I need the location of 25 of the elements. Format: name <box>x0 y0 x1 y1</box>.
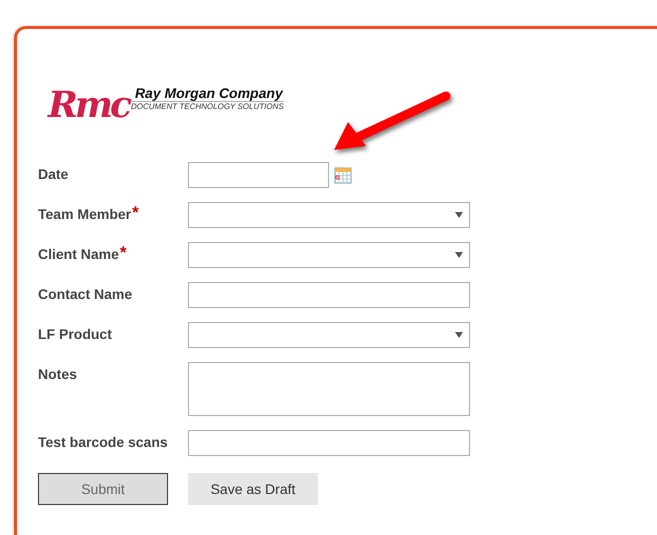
save-draft-button[interactable]: Save as Draft <box>188 473 318 505</box>
calendar-icon[interactable] <box>334 166 352 184</box>
dropdown-caret-icon <box>455 332 463 338</box>
field-label: Date <box>38 166 68 182</box>
submit-button[interactable]: Submit <box>38 473 168 505</box>
dropdown-caret-icon <box>455 252 463 258</box>
text-field[interactable] <box>188 282 470 308</box>
field-label: Notes <box>38 366 77 382</box>
date-field[interactable] <box>188 162 329 188</box>
logo-mark: Rmc <box>46 87 129 123</box>
field-label: Test barcode scans <box>38 434 168 450</box>
company-name: Ray Morgan Company <box>130 85 284 102</box>
dropdown-field[interactable] <box>188 242 470 268</box>
company-tagline: DOCUMENT TECHNOLOGY SOLUTIONS <box>130 102 284 111</box>
dropdown-field[interactable] <box>188 202 470 228</box>
dropdown-caret-icon <box>455 212 463 218</box>
notes-field[interactable] <box>188 362 470 416</box>
dropdown-field[interactable] <box>188 322 470 348</box>
field-label: Contact Name <box>38 286 132 302</box>
field-label: Team Member <box>38 206 132 222</box>
field-label: LF Product <box>38 326 112 342</box>
required-marker: * <box>132 206 139 220</box>
text-field[interactable] <box>188 430 470 456</box>
required-marker: * <box>120 246 127 260</box>
field-label: Client Name <box>38 246 119 262</box>
